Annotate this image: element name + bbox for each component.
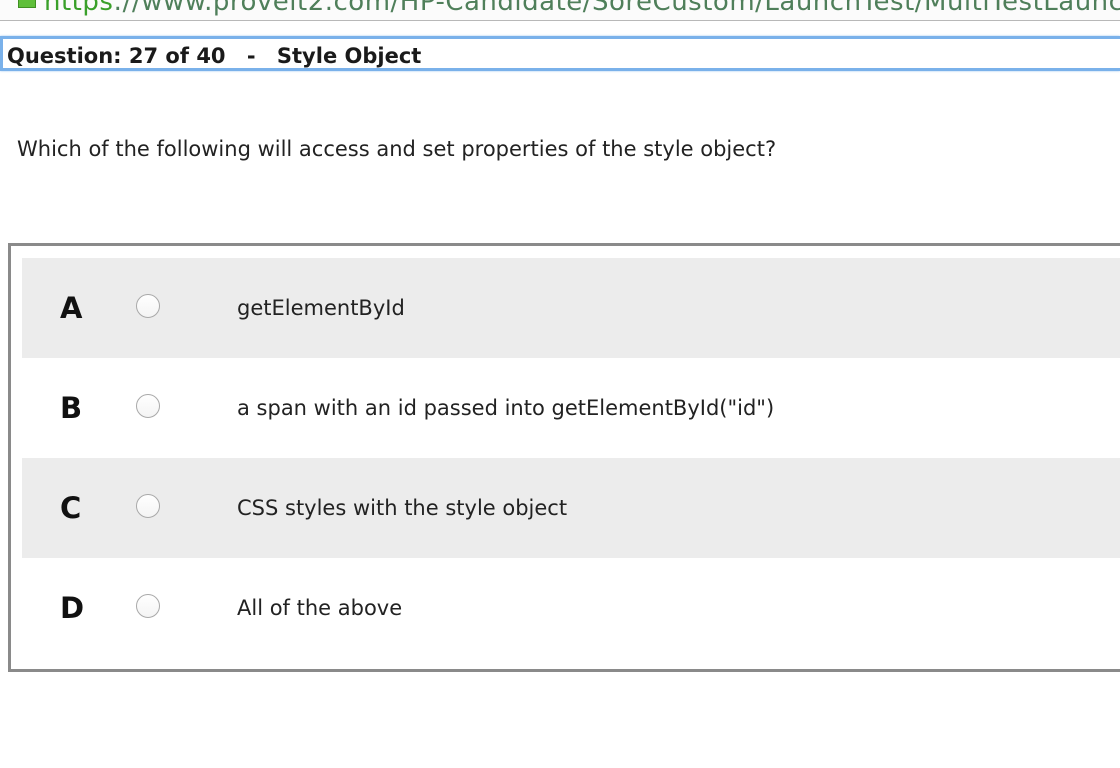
browser-url-bar[interactable]: https://www.proveit2.com/HP-Candidate/So… (0, 0, 1120, 21)
answer-text[interactable]: a span with an id passed into getElement… (237, 395, 774, 421)
answer-radio-c[interactable] (136, 494, 160, 518)
url-scheme: https (44, 0, 114, 17)
header-separator: - (246, 44, 256, 68)
question-header: Question: 27 of 40 - Style Object (0, 36, 1120, 71)
secure-lock-icon (18, 0, 36, 8)
url-text[interactable]: https://www.proveit2.com/HP-Candidate/So… (44, 0, 1120, 17)
question-number: 27 (128, 44, 159, 68)
question-label: Question: (7, 44, 122, 68)
answer-text[interactable]: All of the above (237, 595, 402, 621)
answer-letter: A (60, 291, 83, 325)
answer-letter: C (60, 491, 82, 525)
answer-radio-a[interactable] (136, 294, 160, 318)
answer-row-c[interactable]: C CSS styles with the style object (22, 458, 1120, 558)
answer-row-d[interactable]: D All of the above (22, 558, 1120, 658)
answer-letter: B (60, 391, 83, 425)
answer-radio-b[interactable] (136, 394, 160, 418)
answer-text[interactable]: CSS styles with the style object (237, 495, 567, 521)
answer-radio-d[interactable] (136, 594, 160, 618)
answers-panel: A getElementById B a span with an id pas… (8, 243, 1120, 672)
question-of-label: of (165, 44, 189, 68)
answer-text[interactable]: getElementById (237, 295, 405, 321)
answer-row-b[interactable]: B a span with an id passed into getEleme… (22, 358, 1120, 458)
question-total: 40 (196, 44, 226, 68)
question-header-text: Question: 27 of 40 - Style Object (7, 44, 421, 68)
question-prompt: Which of the following will access and s… (17, 137, 777, 161)
answer-letter: D (60, 591, 85, 625)
url-path: ://www.proveit2.com/HP-Candidate/SoreCus… (113, 0, 1120, 17)
answer-row-a[interactable]: A getElementById (22, 258, 1120, 358)
question-topic: Style Object (276, 44, 422, 68)
